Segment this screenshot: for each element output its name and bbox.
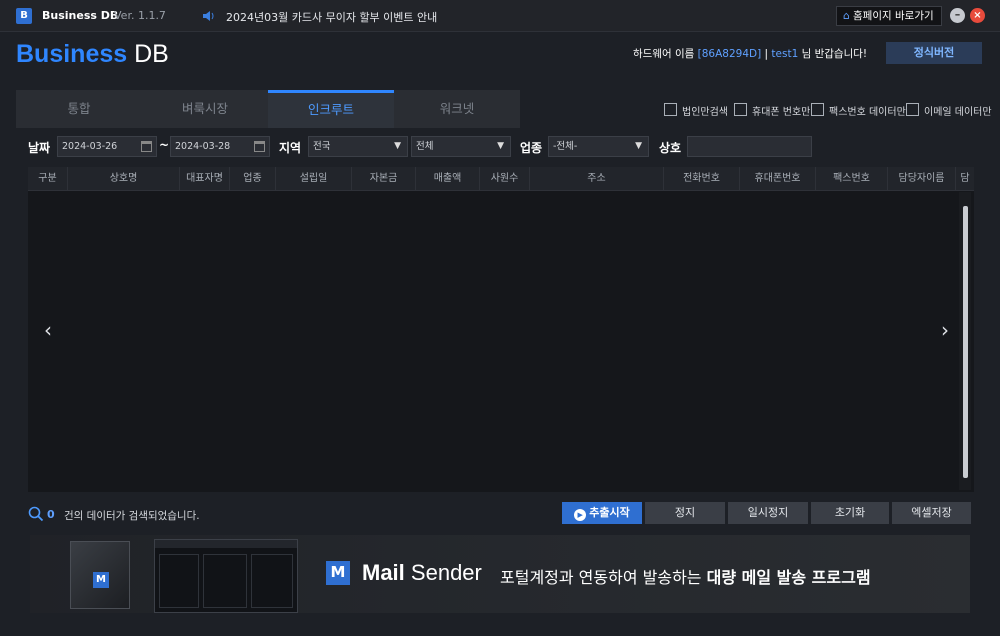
checkbox[interactable] bbox=[811, 103, 824, 116]
column-header[interactable]: 전화번호 bbox=[664, 167, 740, 191]
column-header[interactable]: 매출액 bbox=[416, 167, 480, 191]
search-bar: 날짜 2024-03-26 ~ 2024-03-28 지역 전국 ▼ 전체 ▼ 업종… bbox=[0, 134, 1000, 160]
slogan-normal: 포털계정과 연동하여 발송하는 bbox=[500, 568, 707, 587]
column-header[interactable]: 설립일 bbox=[276, 167, 352, 191]
date-label: 날짜 bbox=[28, 141, 51, 155]
calendar-icon[interactable] bbox=[254, 141, 265, 152]
hardware-info: 하드웨어 이름 [86A8294D] | test1 님 반갑습니다! bbox=[633, 46, 867, 61]
excel-save-button[interactable]: 엑셀저장 bbox=[892, 502, 971, 524]
option-label: 이메일 데이터만 bbox=[924, 107, 992, 118]
subregion-select[interactable]: 전체 ▼ bbox=[411, 136, 511, 157]
column-header[interactable]: 담 bbox=[956, 167, 974, 191]
app-screenshot-image bbox=[154, 539, 298, 613]
homepage-button-label: 홈페이지 바로가기 bbox=[853, 10, 934, 22]
mailsender-slogan: 포털계정과 연동하여 발송하는 대량 메일 발송 프로그램 bbox=[500, 564, 871, 588]
calendar-icon[interactable] bbox=[141, 141, 152, 152]
column-header[interactable]: 주소 bbox=[530, 167, 664, 191]
option-corporate-only[interactable]: 법인만검색 bbox=[664, 102, 732, 118]
industry-label: 업종 bbox=[520, 141, 543, 155]
option-label: 법인만검색 bbox=[682, 107, 728, 118]
checkbox[interactable] bbox=[664, 103, 677, 116]
option-email-only[interactable]: 이메일 데이터만 bbox=[906, 102, 992, 118]
tab-flea-market[interactable]: 벼룩시장 bbox=[142, 90, 268, 128]
brand-db: DB bbox=[127, 40, 169, 68]
mailsender-name: Mail Sender bbox=[362, 561, 482, 585]
region-select[interactable]: 전국 ▼ bbox=[308, 136, 408, 157]
region-label: 지역 bbox=[279, 141, 302, 155]
pause-button[interactable]: 일시정지 bbox=[728, 502, 808, 524]
prev-arrow-icon[interactable]: ‹ bbox=[44, 318, 52, 342]
chevron-down-icon: ▼ bbox=[635, 141, 642, 151]
search-icon bbox=[28, 506, 44, 522]
mailsender-banner[interactable]: M M Mail Sender 포털계정과 연동하여 발송하는 대량 메일 발송… bbox=[30, 535, 970, 613]
chevron-down-icon: ▼ bbox=[497, 141, 504, 151]
column-header[interactable]: 팩스번호 bbox=[816, 167, 888, 191]
checkbox[interactable] bbox=[906, 103, 919, 116]
homepage-button[interactable]: ⌂ 홈페이지 바로가기 bbox=[836, 6, 942, 26]
close-button[interactable]: × bbox=[970, 8, 985, 23]
option-label: 팩스번호 데이터만 bbox=[829, 107, 906, 118]
app-name: Business DB bbox=[42, 9, 119, 22]
slogan-bold: 대량 메일 발송 프로그램 bbox=[706, 568, 871, 587]
company-label: 상호 bbox=[659, 141, 682, 155]
table-header: 구분 상호명 대표자명 업종 설립일 자본금 매출액 사원수 주소 전화번호 휴… bbox=[28, 167, 974, 191]
name-rest: Sender bbox=[410, 560, 482, 585]
company-input[interactable] bbox=[687, 136, 812, 157]
source-tabs: 통합 벼룩시장 인크루트 워크넷 bbox=[16, 90, 520, 128]
column-header[interactable]: 대표자명 bbox=[180, 167, 230, 191]
hw-sep: | bbox=[761, 48, 772, 60]
column-header[interactable]: 사원수 bbox=[480, 167, 530, 191]
speaker-icon bbox=[203, 11, 214, 21]
date-to-value: 2024-03-28 bbox=[175, 141, 231, 152]
stop-button[interactable]: 정지 bbox=[645, 502, 725, 524]
notice-link[interactable]: 2024년03월 카드사 무이자 할부 이벤트 안내 bbox=[226, 9, 437, 25]
mailsender-logo-icon: M bbox=[326, 561, 350, 585]
subregion-value: 전체 bbox=[416, 141, 434, 152]
name-bold: Mail bbox=[362, 560, 405, 585]
column-header[interactable]: 상호명 bbox=[68, 167, 180, 191]
date-to-input[interactable]: 2024-03-28 bbox=[170, 136, 270, 157]
scrollbar-thumb[interactable] bbox=[963, 206, 968, 478]
tab-integrated[interactable]: 통합 bbox=[16, 90, 142, 128]
column-header[interactable]: 담당자이름 bbox=[888, 167, 956, 191]
start-extract-button[interactable]: ▶ 추출시작 bbox=[562, 502, 642, 524]
region-value: 전국 bbox=[313, 141, 331, 152]
column-header[interactable]: 자본금 bbox=[352, 167, 416, 191]
next-arrow-icon[interactable]: › bbox=[941, 318, 949, 342]
hw-suffix: 님 반갑습니다! bbox=[798, 48, 868, 60]
app-logo-icon: B bbox=[16, 8, 32, 24]
chevron-down-icon: ▼ bbox=[394, 141, 401, 151]
brand-main: Business bbox=[16, 40, 128, 68]
user-name: test1 bbox=[771, 48, 799, 60]
industry-value: -전체- bbox=[553, 141, 578, 152]
tab-incruit[interactable]: 인크루트 bbox=[268, 90, 394, 128]
checkbox[interactable] bbox=[734, 103, 747, 116]
industry-select[interactable]: -전체- ▼ bbox=[548, 136, 649, 157]
tab-worknet[interactable]: 워크넷 bbox=[394, 90, 520, 128]
column-header[interactable]: 구분 bbox=[28, 167, 68, 191]
reset-button[interactable]: 초기화 bbox=[811, 502, 889, 524]
app-version: Ver. 1.1.7 bbox=[114, 9, 166, 22]
column-header[interactable]: 업종 bbox=[230, 167, 276, 191]
start-label: 추출시작 bbox=[589, 506, 630, 519]
date-separator: ~ bbox=[159, 138, 170, 152]
results-table: 구분 상호명 대표자명 업종 설립일 자본금 매출액 사원수 주소 전화번호 휴… bbox=[28, 167, 974, 492]
home-icon: ⌂ bbox=[843, 10, 850, 22]
hw-prefix: 하드웨어 이름 bbox=[633, 48, 698, 60]
result-count: 0 bbox=[47, 508, 55, 521]
option-fax-only[interactable]: 팩스번호 데이터만 bbox=[811, 102, 906, 118]
product-box-image: M bbox=[70, 541, 130, 609]
date-from-value: 2024-03-26 bbox=[62, 141, 118, 152]
brand-logo: Business DB bbox=[16, 40, 169, 69]
status-text: 건의 데이터가 검색되었습니다. bbox=[64, 510, 200, 522]
official-version-button[interactable]: 정식버전 bbox=[886, 42, 982, 64]
minimize-button[interactable]: – bbox=[950, 8, 965, 23]
hw-id: [86A8294D] bbox=[697, 48, 762, 60]
mailsender-box-icon: M bbox=[93, 572, 109, 588]
option-label: 휴대폰 번호만 bbox=[752, 107, 811, 118]
date-from-input[interactable]: 2024-03-26 bbox=[57, 136, 157, 157]
column-header[interactable]: 휴대폰번호 bbox=[740, 167, 816, 191]
play-icon: ▶ bbox=[574, 509, 587, 521]
option-mobile-only[interactable]: 휴대폰 번호만 bbox=[734, 102, 811, 118]
